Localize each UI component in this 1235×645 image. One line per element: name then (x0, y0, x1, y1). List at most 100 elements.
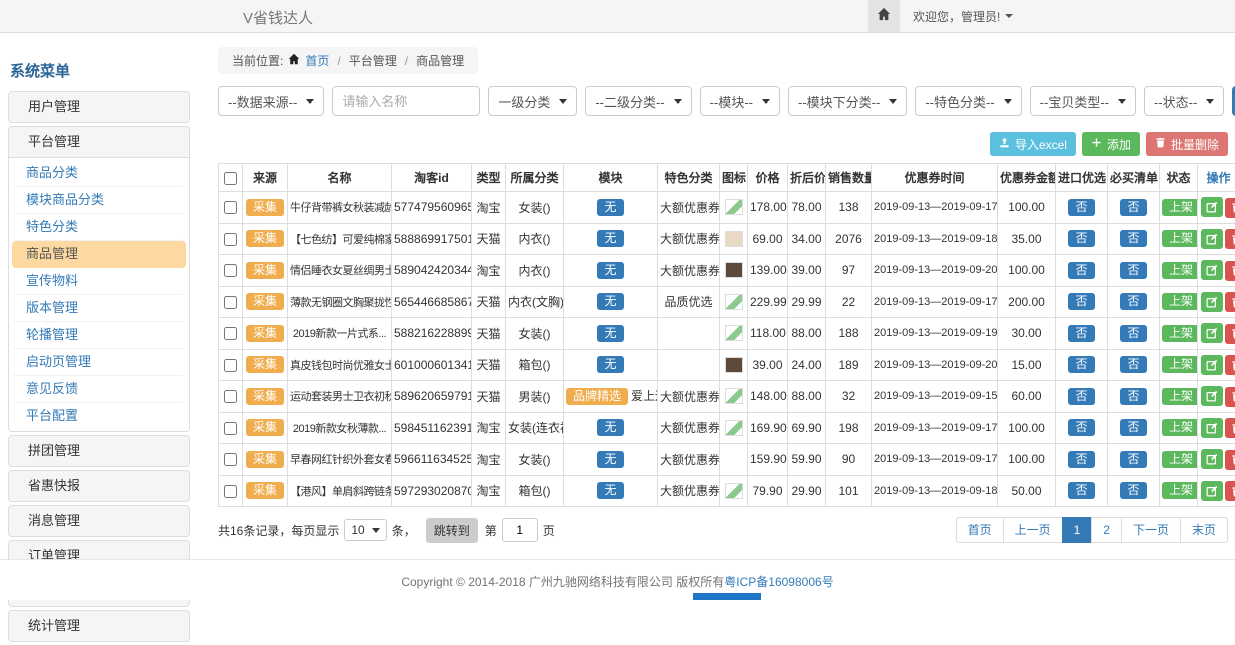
delete-button[interactable] (1225, 450, 1235, 470)
page-button[interactable]: 上一页 (1003, 517, 1063, 543)
row-checkbox[interactable] (224, 296, 237, 309)
delete-button[interactable] (1225, 418, 1235, 438)
edit-button[interactable] (1201, 260, 1223, 280)
product-name-cell: 真皮钱包时尚优雅女士... (288, 349, 392, 381)
sidebar-group-label[interactable]: 省惠快报 (9, 471, 189, 501)
row-checkbox[interactable] (224, 233, 237, 246)
sidebar-subitem[interactable]: 商品管理 (12, 241, 186, 268)
product-thumbnail (725, 199, 743, 215)
filter-select[interactable]: --状态-- (1144, 86, 1224, 116)
row-checkbox[interactable] (224, 453, 237, 466)
per-page-value: 10 (351, 523, 364, 537)
edit-button[interactable] (1201, 355, 1223, 375)
delete-button[interactable] (1225, 292, 1235, 312)
coupon-time-cell: 2019-09-13—2019-09-17 (872, 286, 998, 318)
edit-button[interactable] (1201, 481, 1223, 501)
delete-button[interactable] (1225, 481, 1235, 501)
sidebar-group-body: 商品分类模块商品分类特色分类商品管理宣传物料版本管理轮播管理启动页管理意见反馈平… (9, 157, 189, 431)
source-cell: 采集 (243, 286, 288, 318)
sidebar-subitem[interactable]: 宣传物料 (12, 268, 186, 295)
sidebar-group-label[interactable]: 平台管理 (9, 127, 189, 157)
home-nav-button[interactable] (868, 0, 900, 32)
delete-button[interactable] (1225, 355, 1235, 375)
icp-link[interactable]: 粤ICP备16098006号 (724, 575, 833, 589)
feature-cell: 品质优选 (658, 286, 720, 318)
type-cell: 淘宝 (472, 475, 506, 507)
product-thumbnail (725, 325, 743, 341)
sidebar-subitem[interactable]: 轮播管理 (12, 322, 186, 349)
page-number-input[interactable] (502, 518, 538, 542)
chevron-down-icon (1004, 99, 1012, 104)
select-value: --宝贝类型-- (1040, 92, 1109, 111)
delete-button[interactable] (1225, 261, 1235, 281)
delete-button[interactable] (1225, 229, 1235, 249)
filter-select[interactable]: --模块下分类-- (788, 86, 907, 116)
edit-button[interactable] (1201, 418, 1223, 438)
import-excel-button[interactable]: 导入excel (990, 132, 1076, 156)
sidebar-subitem[interactable]: 平台配置 (12, 403, 186, 429)
filter-select[interactable]: 一级分类 (488, 86, 577, 116)
sidebar-subitem[interactable]: 模块商品分类 (12, 187, 186, 214)
main-content: 当前位置: 首页 / 平台管理 / 商品管理 --数据来源-- 一级分类--二级… (218, 47, 1228, 543)
edit-button[interactable] (1201, 449, 1223, 469)
status-cell: 上架 (1160, 412, 1198, 444)
table-toolbar: 导入excel 添加 批量删除 (218, 132, 1228, 156)
status-cell: 上架 (1160, 318, 1198, 350)
filter-select[interactable]: --模块-- (700, 86, 780, 116)
edit-button[interactable] (1201, 229, 1223, 249)
per-page-select[interactable]: 10 (344, 519, 386, 541)
sidebar-subitem[interactable]: 意见反馈 (12, 376, 186, 403)
select-all-checkbox[interactable] (224, 172, 237, 185)
row-checkbox[interactable] (224, 359, 237, 372)
column-header: 所属分类 (506, 164, 564, 192)
delete-button[interactable] (1225, 324, 1235, 344)
edit-button[interactable] (1201, 323, 1223, 343)
imported-badge: 否 (1068, 325, 1094, 342)
name-search-input[interactable] (332, 86, 480, 116)
sidebar-subitem[interactable]: 启动页管理 (12, 349, 186, 376)
imported-cell: 否 (1056, 192, 1108, 224)
sidebar-group-label[interactable]: 统计管理 (9, 611, 189, 641)
sidebar-group-label[interactable]: 消息管理 (9, 506, 189, 536)
row-checkbox[interactable] (224, 390, 237, 403)
breadcrumb-separator: / (405, 54, 408, 68)
page-button[interactable]: 下一页 (1121, 517, 1181, 543)
sidebar-group-label[interactable]: 用户管理 (9, 92, 189, 122)
sidebar-subitem[interactable]: 特色分类 (12, 214, 186, 241)
filter-select[interactable]: --二级分类-- (585, 86, 691, 116)
row-checkbox[interactable] (224, 485, 237, 498)
data-source-select[interactable]: --数据来源-- (218, 86, 324, 116)
edit-button[interactable] (1201, 292, 1223, 312)
delete-button[interactable] (1225, 387, 1235, 407)
edit-button[interactable] (1201, 386, 1223, 406)
must-buy-badge: 否 (1120, 230, 1146, 247)
jump-to-button[interactable]: 跳转到 (426, 518, 478, 543)
delete-button[interactable] (1225, 198, 1235, 218)
sidebar-group-label[interactable]: 拼团管理 (9, 436, 189, 466)
must-buy-cell: 否 (1108, 349, 1160, 381)
row-select-cell (219, 444, 243, 476)
source-badge: 采集 (246, 482, 284, 499)
sidebar-subitem[interactable]: 版本管理 (12, 295, 186, 322)
row-checkbox[interactable] (224, 201, 237, 214)
edit-button[interactable] (1201, 197, 1223, 217)
filter-select[interactable]: --特色分类-- (915, 86, 1021, 116)
page-button[interactable]: 1 (1062, 517, 1093, 543)
breadcrumb-home-link[interactable]: 首页 (305, 52, 329, 69)
add-button[interactable]: 添加 (1082, 132, 1140, 156)
page-button[interactable]: 2 (1091, 517, 1122, 543)
sidebar-subitem[interactable]: 商品分类 (12, 160, 186, 187)
row-checkbox[interactable] (224, 422, 237, 435)
status-badge: 上架 (1162, 482, 1198, 499)
user-menu[interactable]: 欢迎您，管理员! (913, 8, 1013, 25)
page-button[interactable]: 末页 (1180, 517, 1228, 543)
coupon-amount-cell: 100.00 (998, 412, 1056, 444)
row-checkbox[interactable] (224, 264, 237, 277)
status-badge: 上架 (1162, 230, 1198, 247)
page-button[interactable]: 首页 (956, 517, 1004, 543)
row-checkbox[interactable] (224, 327, 237, 340)
taoke-id-cell: 596611634525 (392, 444, 472, 476)
batch-delete-button[interactable]: 批量删除 (1146, 132, 1228, 156)
must-buy-cell: 否 (1108, 444, 1160, 476)
filter-select[interactable]: --宝贝类型-- (1030, 86, 1136, 116)
